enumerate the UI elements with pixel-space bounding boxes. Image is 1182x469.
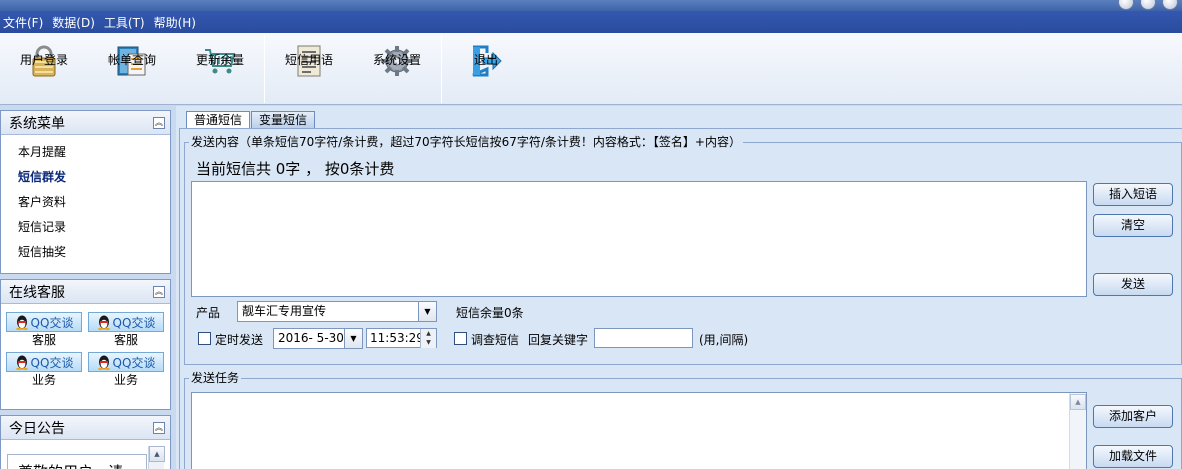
qq-chat-button[interactable]: QQ交谈: [88, 352, 164, 372]
support-role-label: 业务: [31, 373, 56, 387]
message-textarea[interactable]: [191, 181, 1087, 297]
system-menu-panel: 系统菜单 ︽ 本月提醒 短信群发 客户资料 短信记录 短信抽奖: [0, 110, 171, 274]
update-balance-button[interactable]: 更新余量: [176, 33, 264, 105]
survey-sms-checkbox[interactable]: [454, 332, 467, 345]
sidebar-item-sms-lottery[interactable]: 短信抽奖: [1, 240, 170, 265]
support-entry: QQ交谈 客服: [5, 312, 83, 348]
penguin-icon: [97, 315, 110, 330]
scheduled-send-checkbox[interactable]: [198, 332, 211, 345]
sms-count-text: 当前短信共 0字 ， 按0条计费: [196, 160, 395, 178]
menu-data[interactable]: 数据(D): [49, 14, 101, 31]
qq-chat-button[interactable]: QQ交谈: [88, 312, 164, 332]
system-settings-button[interactable]: 系统设置: [353, 33, 441, 105]
tab-normal-sms[interactable]: 普通短信: [186, 111, 251, 128]
sidebar-item-bulk-sms[interactable]: 短信群发: [1, 165, 170, 190]
qq-chat-button[interactable]: QQ交谈: [6, 352, 82, 372]
notice-scrollbar[interactable]: ▲: [148, 446, 165, 469]
add-customer-button[interactable]: 添加客户: [1093, 405, 1173, 428]
survey-sms-label: 调查短信: [471, 333, 520, 347]
account-query-label: 帐单查询: [107, 53, 156, 67]
product-label: 产品: [196, 306, 221, 320]
qq-chat-label: QQ交谈: [30, 355, 74, 370]
tab-variable-sms[interactable]: 变量短信: [251, 111, 316, 128]
scroll-up-icon[interactable]: ▲: [1070, 394, 1086, 410]
reply-keyword-input[interactable]: [594, 328, 693, 348]
sidebar-item-monthly-reminder[interactable]: 本月提醒: [1, 140, 170, 165]
date-picker[interactable]: 2016- 5-30 ▼: [273, 328, 363, 349]
penguin-icon: [97, 355, 110, 370]
menu-bar: 文件(F) 数据(D) 工具(T) 帮助(H): [0, 11, 1182, 33]
date-value: 2016- 5-30: [278, 331, 344, 345]
scheduled-send-label: 定时发送: [215, 333, 264, 347]
send-task-list[interactable]: ▲: [191, 392, 1087, 469]
reply-keyword-hint: (用,间隔): [699, 333, 749, 347]
penguin-icon: [15, 355, 28, 370]
load-file-button[interactable]: 加载文件: [1093, 445, 1173, 468]
support-role-label: 业务: [113, 373, 138, 387]
user-login-label: 用户登录: [19, 53, 68, 67]
task-list-scrollbar[interactable]: ▲: [1069, 393, 1086, 469]
product-value: 靓车汇专用宣传: [242, 304, 327, 318]
notice-body: 尊敬的用户，请 ▲: [1, 440, 170, 469]
collapse-icon[interactable]: ︽: [153, 116, 165, 129]
send-button[interactable]: 发送: [1093, 273, 1173, 296]
menu-file[interactable]: 文件(F): [0, 14, 49, 31]
system-settings-label: 系统设置: [372, 53, 421, 67]
notice-text: 尊敬的用户，请: [7, 454, 147, 469]
qq-chat-label: QQ交谈: [112, 315, 156, 330]
menu-help[interactable]: 帮助(H): [151, 14, 202, 31]
sms-balance-text: 短信余量0条: [456, 306, 524, 320]
insert-phrase-button[interactable]: 插入短语: [1093, 183, 1173, 206]
collapse-icon[interactable]: ︽: [153, 421, 165, 434]
exit-button[interactable]: 退出: [442, 33, 530, 105]
sidebar-item-sms-records[interactable]: 短信记录: [1, 215, 170, 240]
qq-chat-button[interactable]: QQ交谈: [6, 312, 82, 332]
online-support-header: 在线客服 ︽: [1, 280, 170, 304]
online-support-title: 在线客服: [9, 284, 65, 301]
maximize-button[interactable]: [1140, 0, 1156, 10]
window-title-bar: [0, 0, 1182, 11]
minimize-button[interactable]: [1118, 0, 1134, 10]
chevron-down-icon[interactable]: ▼: [344, 329, 362, 348]
support-role-label: 客服: [113, 333, 138, 347]
support-entry: QQ交谈 业务: [5, 352, 83, 388]
user-login-button[interactable]: 用户登录: [0, 33, 88, 105]
product-select[interactable]: 靓车汇专用宣传 ▼: [237, 301, 437, 322]
exit-label: 退出: [473, 53, 498, 67]
notice-title: 今日公告: [9, 420, 65, 437]
clear-button[interactable]: 清空: [1093, 214, 1173, 237]
sms-tabs: 普通短信 变量短信: [186, 111, 316, 128]
account-query-button[interactable]: 帐单查询: [88, 33, 176, 105]
scroll-up-icon[interactable]: ▲: [149, 446, 165, 462]
time-picker[interactable]: 11:53:29 ▲ ▼: [366, 328, 437, 348]
send-task-legend: 发送任务: [189, 371, 242, 385]
support-entry: QQ交谈 业务: [87, 352, 165, 388]
menu-tools[interactable]: 工具(T): [101, 14, 151, 31]
support-grid: QQ交谈 客服 QQ交谈 客服 QQ交谈 业务 QQ交谈 业务: [1, 304, 170, 388]
system-menu-title: 系统菜单: [9, 115, 65, 132]
main-area: 普通短信 变量短信 发送内容（单条短信70字符/条计费，超过70字符长短信按67…: [176, 106, 1182, 469]
close-button[interactable]: [1162, 0, 1178, 10]
penguin-icon: [15, 315, 28, 330]
toolbar: 用户登录 帐单查询 更新余量 短信用语 系统设置 退出: [0, 33, 1182, 105]
update-balance-label: 更新余量: [195, 53, 244, 67]
support-role-label: 客服: [31, 333, 56, 347]
spin-updown-icon[interactable]: ▲ ▼: [420, 329, 436, 348]
reply-keyword-label: 回复关键字: [528, 333, 589, 347]
notice-panel: 今日公告 ︽ 尊敬的用户，请 ▲: [0, 415, 171, 469]
sms-phrases-button[interactable]: 短信用语: [265, 33, 353, 105]
time-value: 11:53:29: [370, 331, 424, 345]
qq-chat-label: QQ交谈: [112, 355, 156, 370]
sms-phrases-label: 短信用语: [284, 53, 333, 67]
notice-header: 今日公告 ︽: [1, 416, 170, 440]
sidebar-item-customers[interactable]: 客户资料: [1, 190, 170, 215]
send-content-legend: 发送内容（单条短信70字符/条计费，超过70字符长短信按67字符/条计费！内容格…: [189, 135, 743, 149]
collapse-icon[interactable]: ︽: [153, 285, 165, 298]
online-support-panel: 在线客服 ︽ QQ交谈 客服 QQ交谈 客服 QQ交谈 业务 QQ交谈 业务: [0, 279, 171, 410]
chevron-down-icon[interactable]: ▼: [418, 302, 436, 321]
qq-chat-label: QQ交谈: [30, 315, 74, 330]
system-menu-header: 系统菜单 ︽: [1, 111, 170, 135]
support-entry: QQ交谈 客服: [87, 312, 165, 348]
